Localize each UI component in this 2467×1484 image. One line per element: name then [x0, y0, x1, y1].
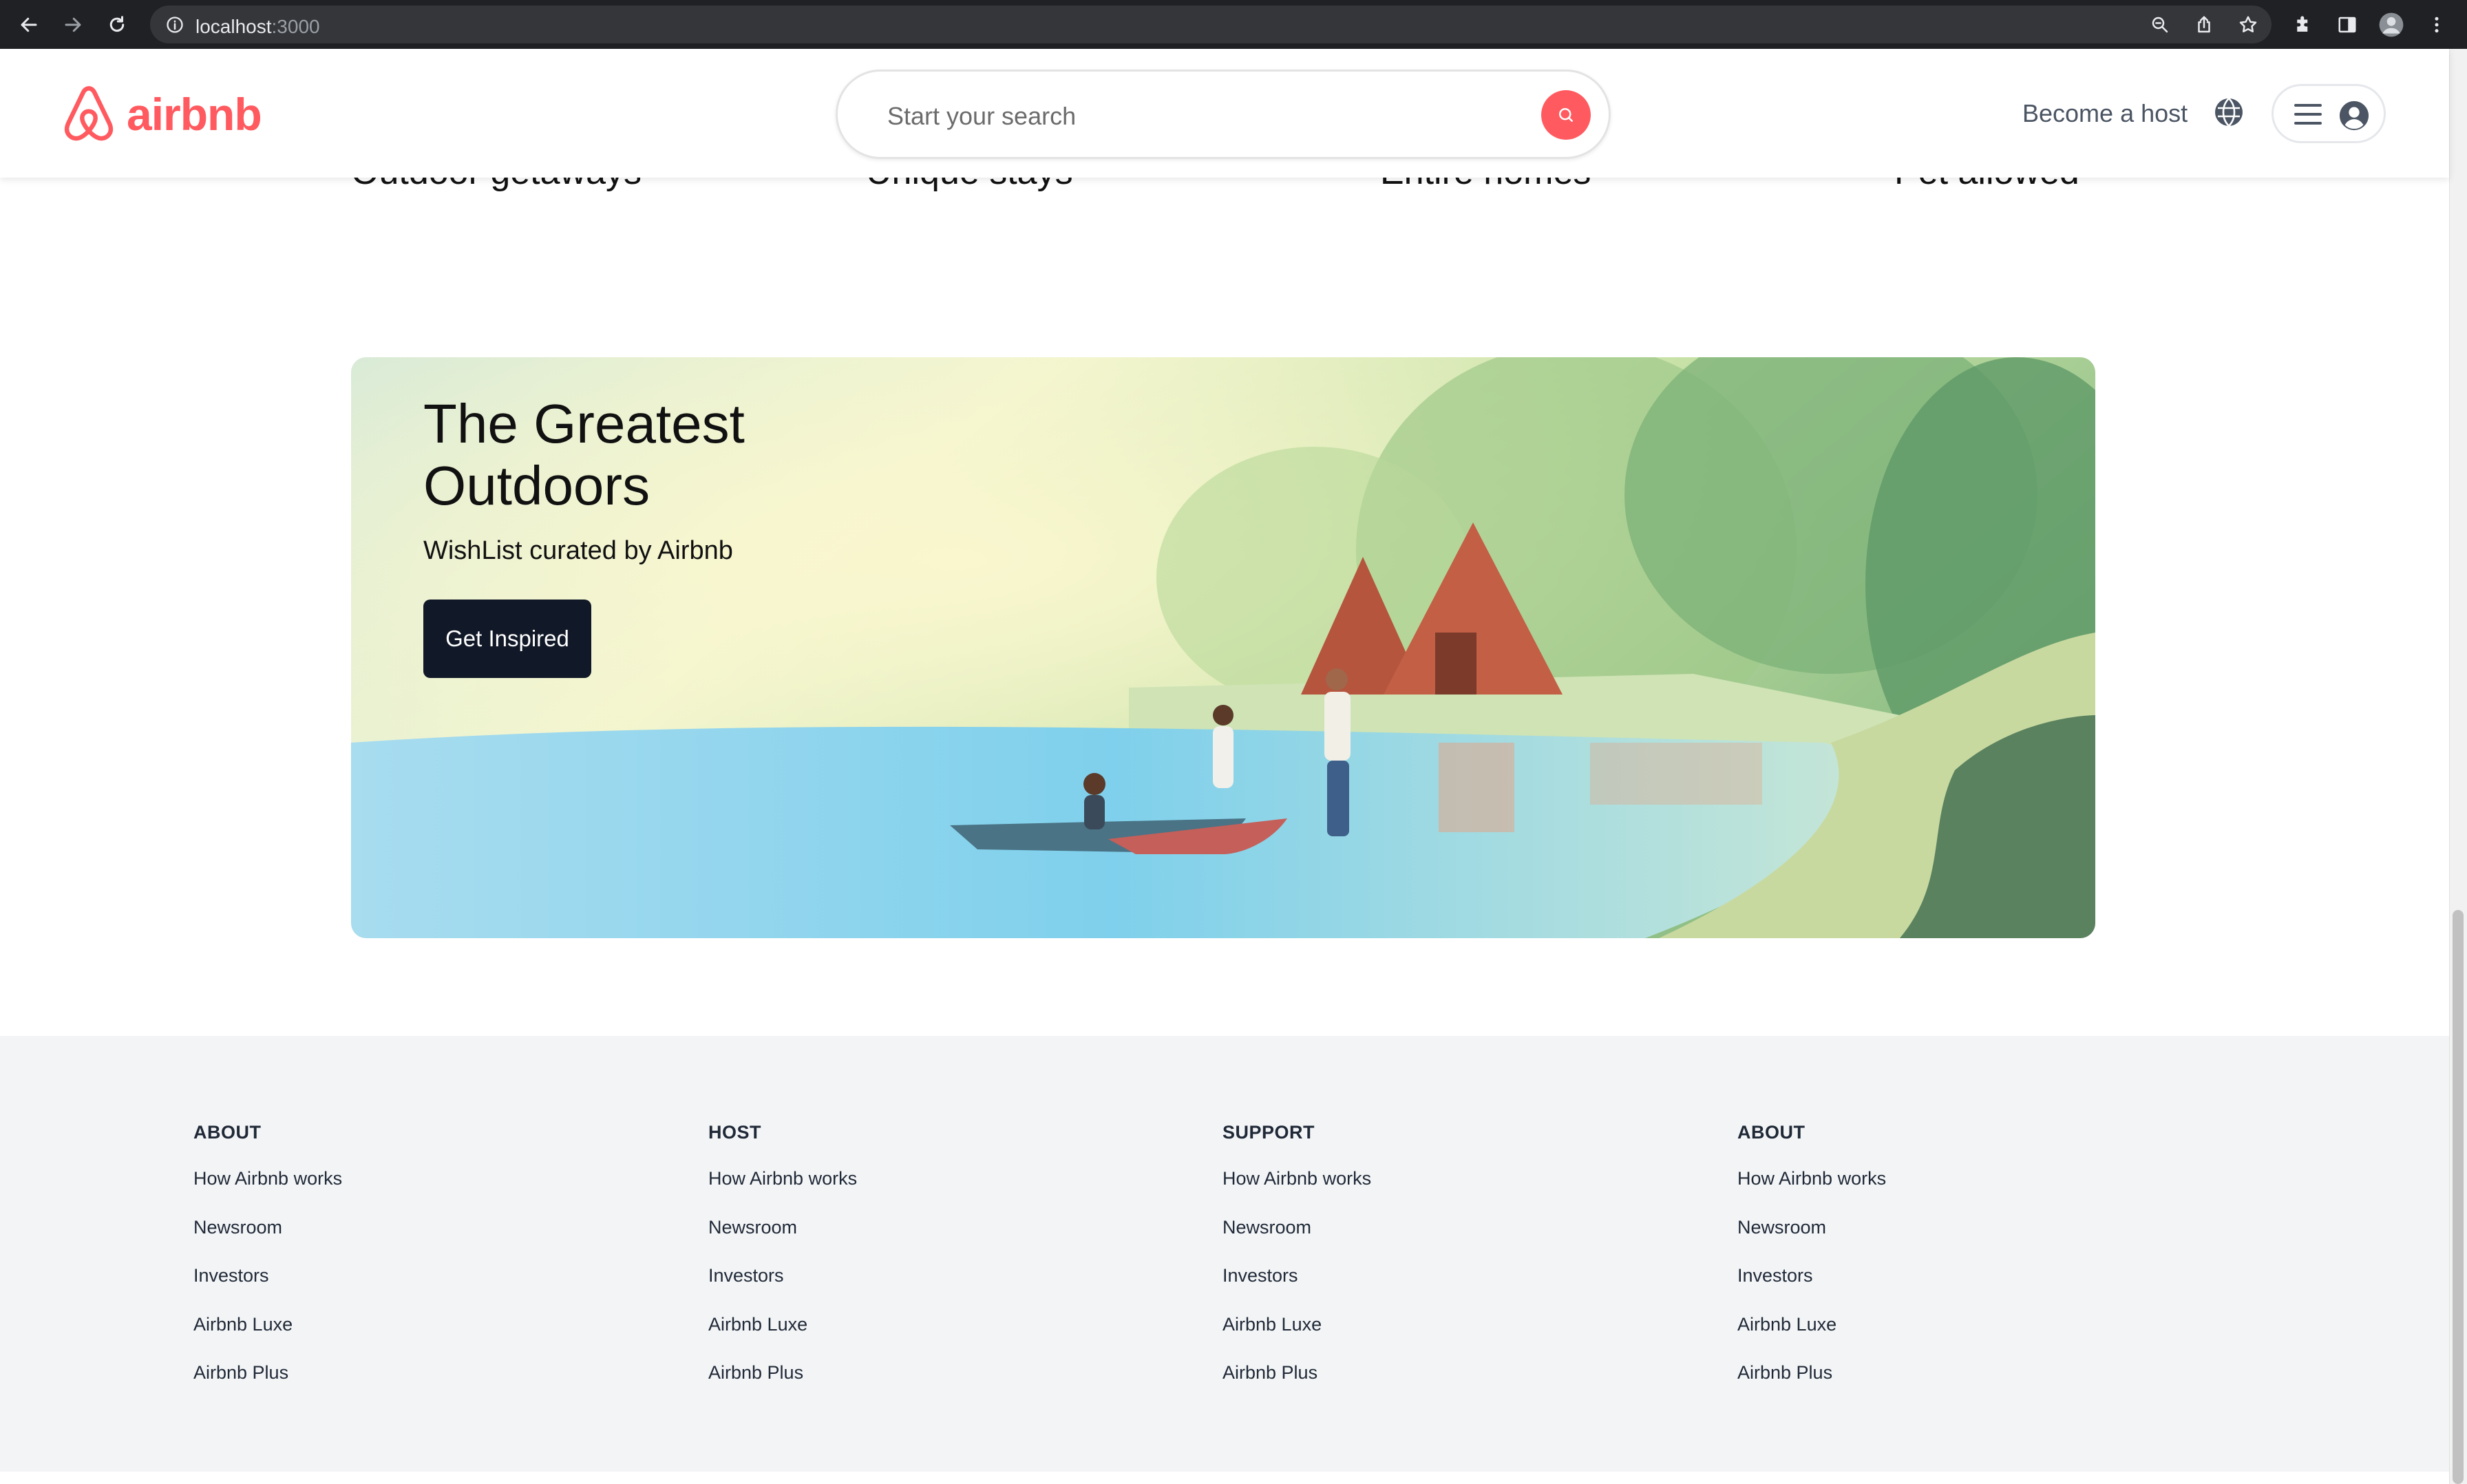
footer-column: SUPPORT How Airbnb works Newsroom Invest… [1222, 1122, 1371, 1411]
footer-link[interactable]: Airbnb Plus [1222, 1362, 1371, 1411]
url-text: localhost:3000 [195, 16, 320, 37]
footer-link[interactable]: How Airbnb works [1737, 1168, 1886, 1217]
footer-column: HOST How Airbnb works Newsroom Investors… [708, 1122, 857, 1411]
footer-heading: HOST [708, 1122, 762, 1143]
footer-link[interactable]: How Airbnb works [1222, 1168, 1371, 1217]
airbnb-logo-icon [64, 86, 114, 141]
banner-title: The Greatest Outdoors [423, 393, 745, 516]
footer-column: ABOUT How Airbnb works Newsroom Investor… [1737, 1122, 1886, 1411]
reload-icon[interactable] [102, 10, 132, 40]
address-bar[interactable]: localhost:3000 [150, 6, 2272, 43]
footer-link[interactable]: Airbnb Plus [193, 1362, 342, 1411]
share-icon[interactable] [2189, 10, 2219, 40]
footer-link[interactable]: Investors [708, 1265, 857, 1314]
search-input[interactable]: Start your search [887, 102, 1076, 131]
airbnb-logo[interactable]: airbnb [59, 83, 262, 145]
logo-text: airbnb [127, 89, 262, 140]
footer-link[interactable]: Newsroom [708, 1217, 857, 1266]
outdoors-banner: The Greatest Outdoors WishList curated b… [351, 357, 2095, 938]
footer-link[interactable]: Airbnb Luxe [1222, 1314, 1371, 1363]
footer-link[interactable]: How Airbnb works [708, 1168, 857, 1217]
puzzle-icon[interactable] [2288, 10, 2318, 40]
hamburger-icon [2294, 104, 2322, 125]
footer-heading: ABOUT [193, 1122, 262, 1143]
footer-link[interactable]: Investors [1737, 1265, 1886, 1314]
footer-link[interactable]: Investors [193, 1265, 342, 1314]
search-bar[interactable]: Start your search [836, 70, 1611, 159]
footer-column: ABOUT How Airbnb works Newsroom Investor… [193, 1122, 342, 1411]
scrollbar-thumb[interactable] [2453, 910, 2464, 1484]
globe-icon[interactable] [2212, 96, 2245, 129]
footer-heading: SUPPORT [1222, 1122, 1315, 1143]
site-footer: ABOUT How Airbnb works Newsroom Investor… [0, 1036, 2449, 1472]
footer-link[interactable]: Airbnb Luxe [708, 1314, 857, 1363]
footer-link[interactable]: Newsroom [1222, 1217, 1371, 1266]
become-host-link[interactable]: Become a host [2022, 99, 2188, 128]
zoom-icon[interactable] [2145, 10, 2175, 40]
info-icon[interactable] [165, 15, 184, 34]
forward-icon[interactable] [58, 10, 88, 40]
star-icon[interactable] [2233, 10, 2263, 40]
user-menu-button[interactable] [2272, 84, 2386, 143]
footer-link[interactable]: Airbnb Plus [1737, 1362, 1886, 1411]
get-inspired-button[interactable]: Get Inspired [423, 600, 591, 678]
search-button[interactable] [1541, 90, 1591, 140]
profile-avatar-icon[interactable] [2376, 10, 2406, 40]
footer-link[interactable]: Airbnb Luxe [193, 1314, 342, 1363]
footer-link[interactable]: Airbnb Plus [708, 1362, 857, 1411]
footer-link[interactable]: Newsroom [193, 1217, 342, 1266]
more-vertical-icon[interactable] [2422, 10, 2452, 40]
sidebar-icon[interactable] [2332, 10, 2362, 40]
footer-link[interactable]: Investors [1222, 1265, 1371, 1314]
footer-link[interactable]: Newsroom [1737, 1217, 1886, 1266]
footer-link[interactable]: Airbnb Luxe [1737, 1314, 1886, 1363]
footer-link[interactable]: How Airbnb works [193, 1168, 342, 1217]
banner-subtitle: WishList curated by Airbnb [423, 536, 733, 565]
search-icon [1559, 108, 1573, 122]
footer-heading: ABOUT [1737, 1122, 1806, 1143]
user-circle-icon [2338, 100, 2370, 131]
browser-toolbar: localhost:3000 [0, 0, 2467, 49]
site-header: airbnb Start your search Become a host [0, 49, 2449, 178]
back-icon[interactable] [14, 10, 44, 40]
